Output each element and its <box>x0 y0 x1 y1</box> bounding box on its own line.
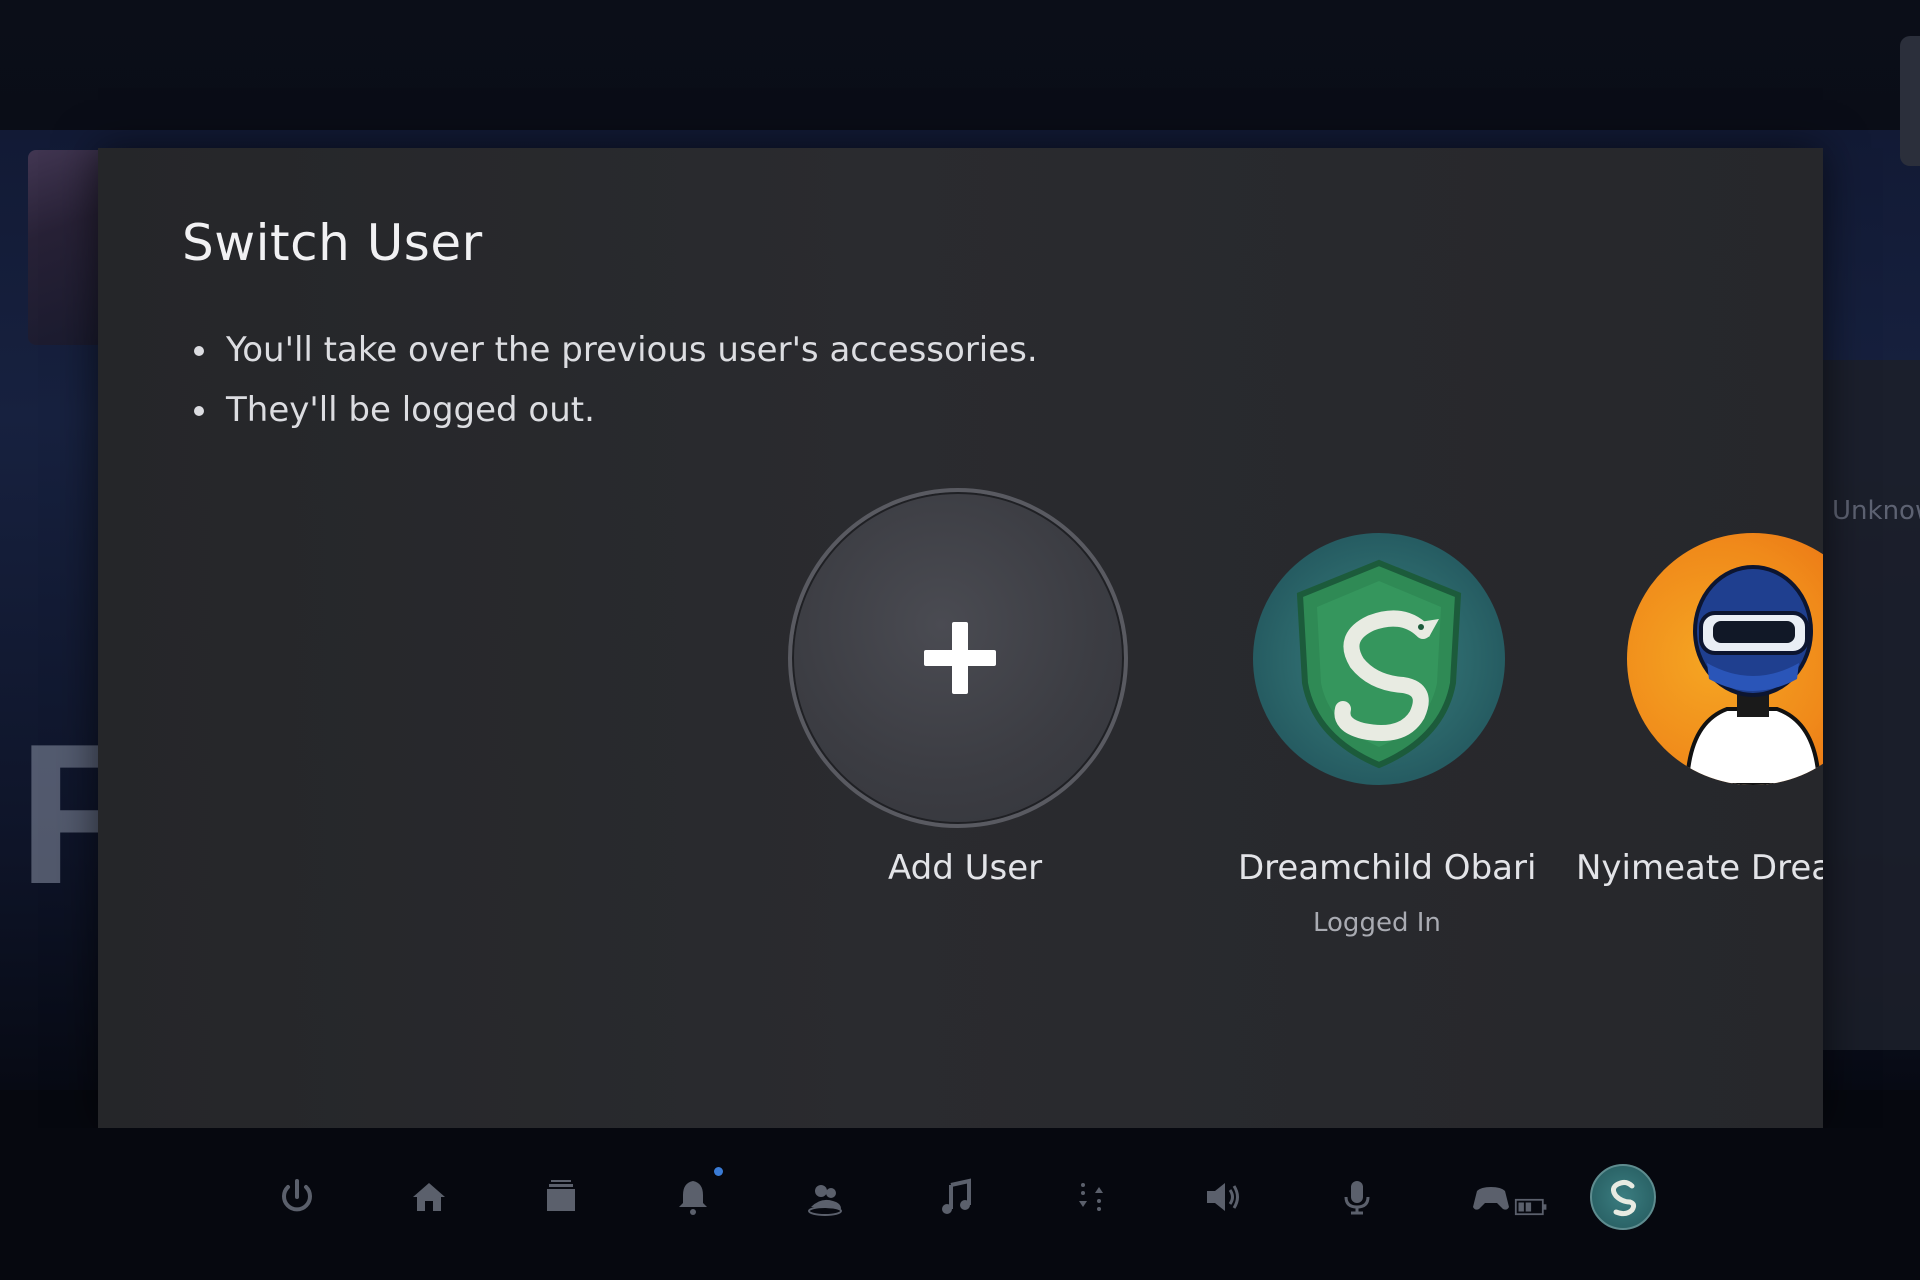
music-icon[interactable] <box>930 1170 984 1224</box>
battery-icon <box>1512 1192 1552 1222</box>
background-top-bar <box>0 0 1920 130</box>
add-user-label: Add User <box>888 848 1043 888</box>
home-icon[interactable] <box>402 1170 456 1224</box>
notifications-icon[interactable] <box>666 1170 720 1224</box>
plus-icon-vertical <box>952 622 968 694</box>
sound-icon[interactable] <box>1196 1170 1250 1224</box>
user-avatar-dreamchild-obari[interactable] <box>1253 533 1505 785</box>
microphone-icon[interactable] <box>1330 1170 1384 1224</box>
add-user-button[interactable] <box>788 488 1128 828</box>
background-game-art <box>28 150 108 345</box>
game-base-friends-icon[interactable] <box>798 1170 852 1224</box>
user-status-logged-in: Logged In <box>1313 908 1441 938</box>
background-scroll-handle <box>1900 36 1920 166</box>
user-name-nyimeate-drear: Nyimeate Drear <box>1576 848 1823 888</box>
user-name-dreamchild-obari: Dreamchild Obari <box>1238 848 1537 888</box>
user-avatar-nyimeate-drear[interactable] <box>1627 533 1823 785</box>
controller-icon[interactable] <box>1464 1170 1518 1224</box>
helmet-rider-icon <box>1684 565 1822 785</box>
switch-user-dialog: Switch User You'll take over the previou… <box>98 148 1823 1128</box>
serpent-crest-icon <box>1296 559 1462 769</box>
background-side-panel-text: Unknow <box>1832 496 1920 526</box>
switcher-icon[interactable] <box>1064 1170 1118 1224</box>
profile-avatar[interactable] <box>1590 1164 1656 1230</box>
notification-badge <box>714 1167 723 1176</box>
power-icon[interactable] <box>270 1170 324 1224</box>
user-list: Add User Dreamchild Obari Logged In Nyim… <box>98 148 1823 1128</box>
background-side-panel <box>1822 360 1920 1050</box>
game-base-icon[interactable] <box>534 1170 588 1224</box>
serpent-crest-mini-icon <box>1610 1179 1637 1217</box>
